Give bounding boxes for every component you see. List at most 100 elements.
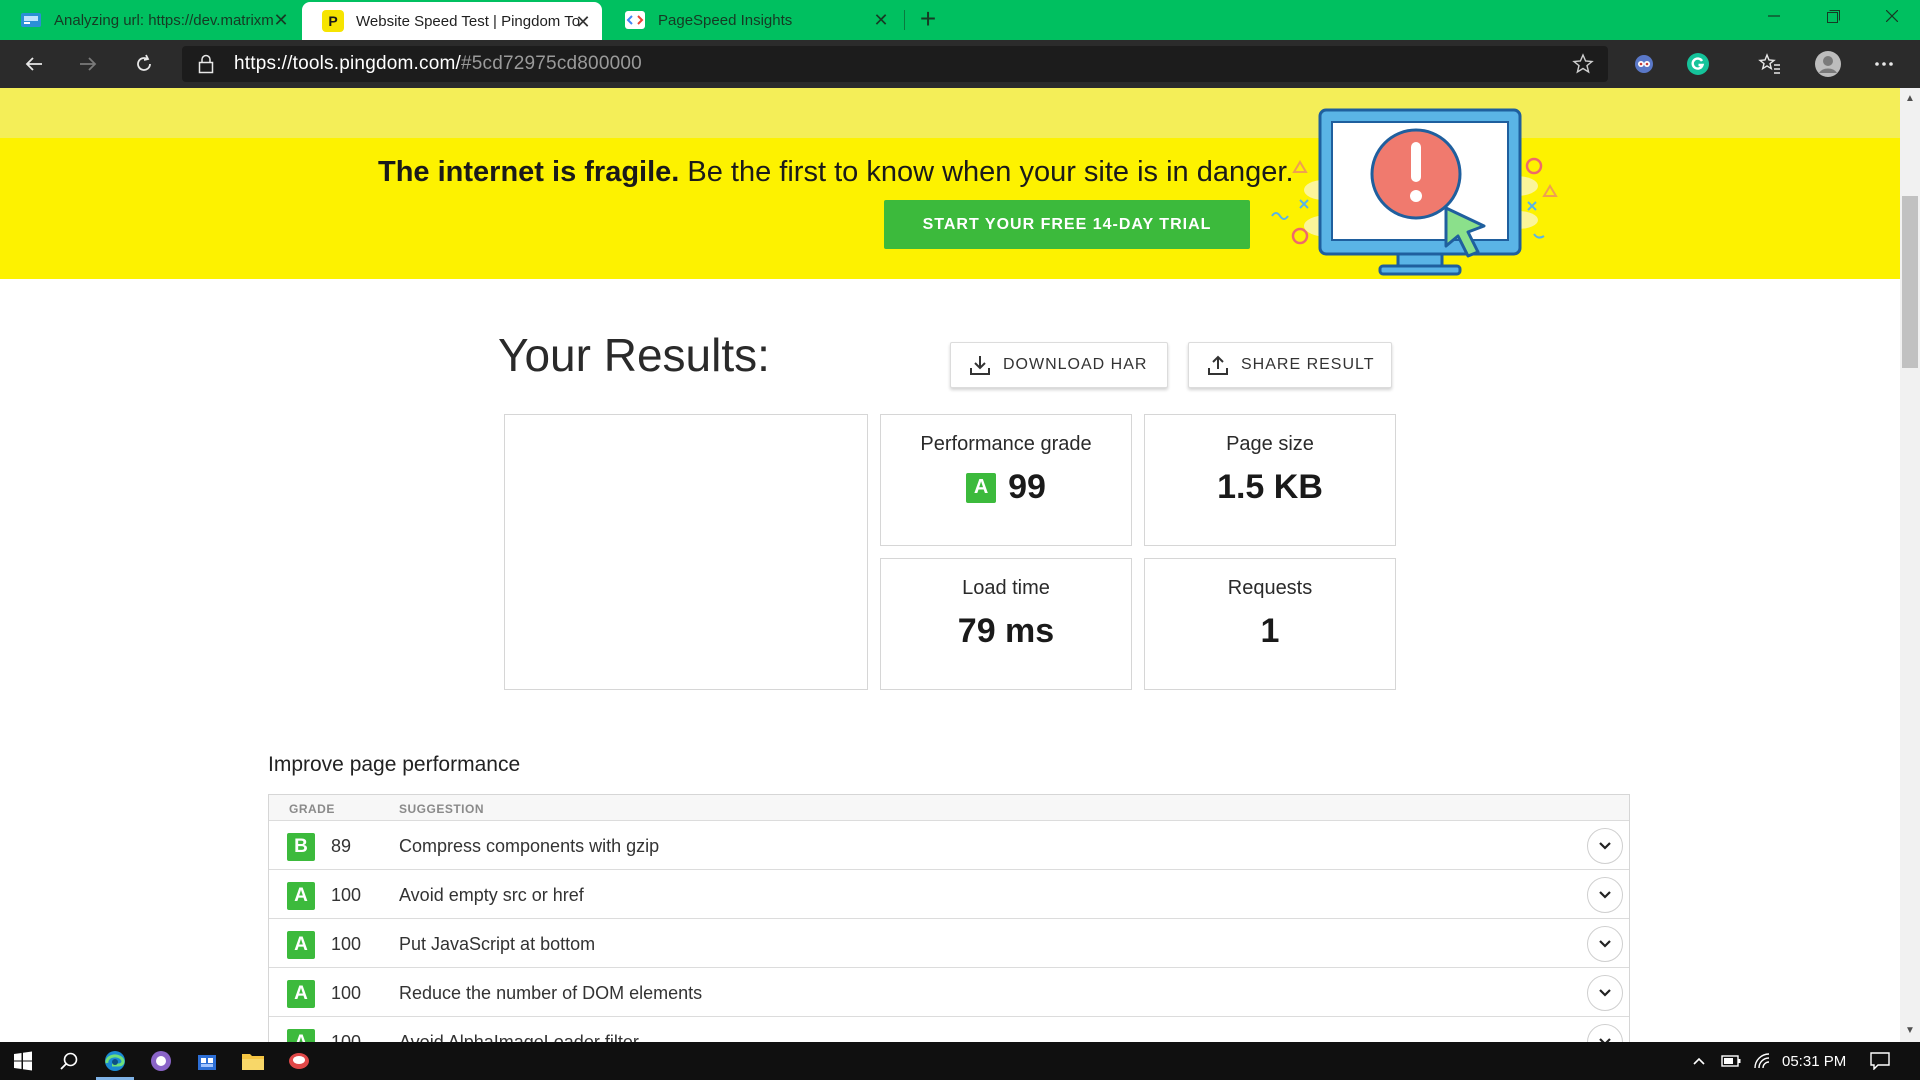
grammarly-icon[interactable] (1684, 50, 1712, 78)
table-row[interactable]: A 100 Avoid AlphaImageLoader filter (269, 1017, 1629, 1042)
download-icon (969, 354, 991, 376)
download-har-button[interactable]: DOWNLOAD HAR (950, 342, 1168, 388)
new-tab-button[interactable]: + (912, 4, 944, 36)
banner-top-strip (0, 88, 1900, 138)
app-icon[interactable] (276, 1042, 322, 1080)
grade-score: 89 (331, 836, 352, 856)
performance-score: 99 (1008, 468, 1046, 506)
suggestion-column-header: SUGGESTION (399, 802, 485, 816)
wifi-icon[interactable] (1750, 1042, 1774, 1080)
suggestion-text: Compress components with gzip (399, 836, 660, 856)
pingdom-icon: P (322, 10, 344, 32)
performance-grade-card: Performance grade A 99 (880, 414, 1132, 546)
load-time-label: Load time (962, 577, 1050, 599)
page-size-card: Page size 1.5 KB (1144, 414, 1396, 546)
share-result-button[interactable]: SHARE RESULT (1188, 342, 1392, 388)
suggestion-text: Avoid AlphaImageLoader filter (399, 1032, 639, 1042)
gtmetrix-icon (20, 9, 42, 31)
table-header: GRADE SUGGESTION (269, 795, 1629, 821)
grade-score: 100 (331, 983, 362, 1003)
requests-card: Requests 1 (1144, 558, 1396, 690)
notification-icon[interactable] (1864, 1042, 1896, 1080)
requests-label: Requests (1227, 577, 1313, 599)
close-icon[interactable]: ✕ (872, 11, 890, 29)
pagespeed-icon (624, 9, 646, 31)
minimize-button[interactable] (1746, 0, 1802, 32)
chevron-down-icon[interactable] (1587, 975, 1623, 1011)
restore-button[interactable] (1805, 0, 1861, 32)
extension-icon[interactable] (1630, 50, 1658, 78)
results-title: Your Results: (498, 329, 770, 381)
refresh-button[interactable] (126, 48, 162, 80)
lock-icon (198, 54, 214, 79)
chevron-down-icon[interactable] (1587, 877, 1623, 913)
close-icon[interactable]: ✕ (272, 11, 290, 29)
profile-avatar[interactable] (1814, 50, 1842, 78)
load-time-value: 79 ms (957, 612, 1055, 650)
page-scrollbar[interactable]: ▲ ▼ (1900, 88, 1920, 1042)
performance-grade-value: A 99 (881, 468, 1131, 507)
table-row[interactable]: A 100 Avoid empty src or href (269, 870, 1629, 919)
upload-share-icon (1207, 354, 1229, 376)
address-bar-row: https://tools.pingdom.com/#5cd72975cd800… (0, 40, 1920, 88)
page-size-label: Page size (1226, 433, 1314, 455)
banner-headline: The internet is fragile. Be the first to… (378, 156, 1294, 188)
tab-separator (904, 10, 905, 30)
tab-pagespeed[interactable]: PageSpeed Insights ✕ (604, 0, 904, 40)
grade-badge: B (287, 833, 315, 861)
taskbar-clock[interactable]: 05:31 PM (1782, 1053, 1846, 1070)
free-trial-button[interactable]: START YOUR FREE 14-DAY TRIAL (884, 200, 1250, 249)
monitor-alert-illustration (1262, 108, 1562, 283)
scroll-up-arrow[interactable]: ▲ (1905, 94, 1915, 104)
store-icon[interactable] (184, 1042, 230, 1080)
suggestion-text: Reduce the number of DOM elements (399, 983, 703, 1003)
site-screenshot-placeholder (504, 414, 868, 690)
load-time-card: Load time 79 ms (880, 558, 1132, 690)
more-menu-icon[interactable] (1870, 50, 1898, 78)
favorite-star-icon[interactable] (1572, 53, 1594, 80)
battery-icon[interactable] (1718, 1042, 1744, 1080)
favorites-icon[interactable] (1756, 50, 1784, 78)
tab-title: Website Speed Test | Pingdom To (356, 12, 581, 30)
performance-grade-label: Performance grade (920, 433, 1092, 455)
tab-title: Analyzing url: https://dev.matrixm (54, 11, 274, 29)
tab-gtmetrix[interactable]: Analyzing url: https://dev.matrixm ✕ (0, 0, 300, 40)
suggestions-table: GRADE SUGGESTION B 89 Compress component… (268, 794, 1630, 1042)
grade-score: 100 (331, 885, 362, 905)
back-button[interactable] (16, 48, 52, 80)
file-explorer-icon[interactable] (230, 1042, 276, 1080)
url-field[interactable]: https://tools.pingdom.com/#5cd72975cd800… (182, 46, 1608, 82)
url-text: https://tools.pingdom.com/#5cd72975cd800… (234, 53, 642, 74)
tab-title: PageSpeed Insights (658, 11, 793, 29)
grade-score: 100 (331, 1032, 362, 1042)
promo-banner: The internet is fragile. Be the first to… (0, 88, 1900, 279)
tab-strip: Analyzing url: https://dev.matrixm ✕ P W… (0, 0, 1920, 40)
taskbar: 05:31 PM (0, 1042, 1920, 1080)
start-button[interactable] (0, 1042, 46, 1080)
grade-column-header: GRADE (289, 802, 335, 816)
suggestion-text: Avoid empty src or href (399, 885, 584, 905)
suggestion-text: Put JavaScript at bottom (399, 934, 596, 954)
close-icon[interactable]: ✕ (574, 13, 592, 31)
chevron-down-icon[interactable] (1587, 1024, 1623, 1042)
tab-pingdom[interactable]: P Website Speed Test | Pingdom To ✕ (302, 2, 602, 40)
grade-badge: A (287, 1029, 315, 1042)
grade-badge: A (287, 882, 315, 910)
share-result-label: SHARE RESULT (1241, 356, 1375, 373)
chevron-down-icon[interactable] (1587, 926, 1623, 962)
page-viewport: The internet is fragile. Be the first to… (0, 88, 1900, 1042)
table-row[interactable]: A 100 Put JavaScript at bottom (269, 919, 1629, 968)
edge-browser-icon[interactable] (92, 1042, 138, 1080)
table-row[interactable]: A 100 Reduce the number of DOM elements (269, 968, 1629, 1017)
forward-button[interactable] (70, 48, 106, 80)
close-window-button[interactable] (1864, 0, 1920, 32)
scroll-down-arrow[interactable]: ▼ (1905, 1026, 1915, 1036)
table-row[interactable]: B 89 Compress components with gzip (269, 821, 1629, 870)
search-icon[interactable] (46, 1042, 92, 1080)
chevron-down-icon[interactable] (1587, 828, 1623, 864)
app-icon[interactable] (138, 1042, 184, 1080)
chevron-up-icon[interactable] (1688, 1042, 1710, 1080)
scrollbar-thumb[interactable] (1902, 196, 1918, 368)
improve-section-title: Improve page performance (268, 753, 521, 776)
grade-badge: A (287, 931, 315, 959)
